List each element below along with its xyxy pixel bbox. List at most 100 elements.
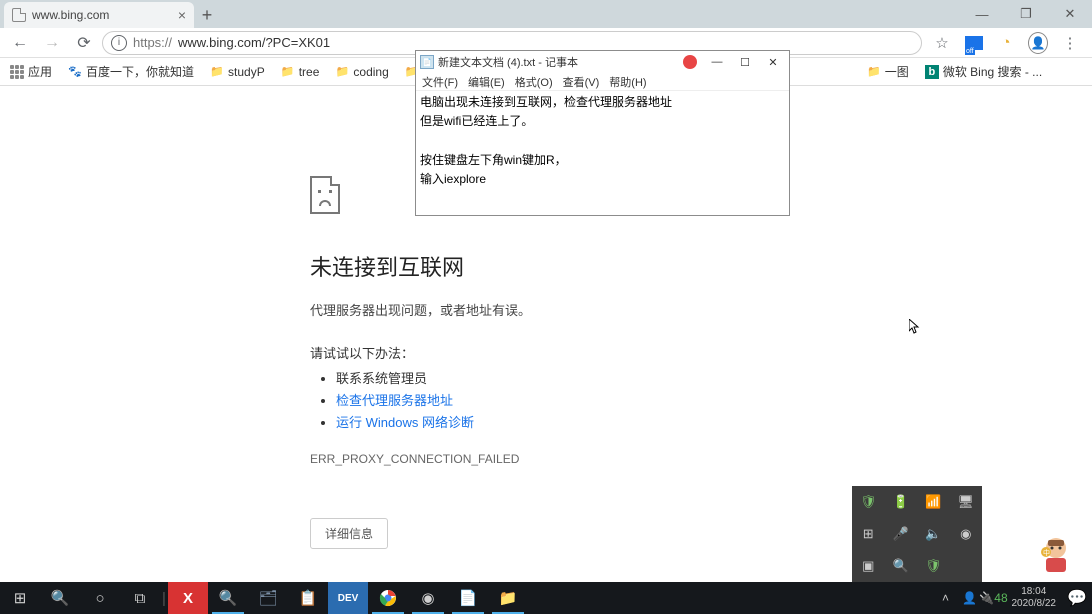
folder-icon: 📁: [335, 65, 349, 79]
reload-button[interactable]: ⟳: [70, 31, 98, 55]
extension-icon[interactable]: ◔: [996, 33, 1016, 53]
tray-defender-icon[interactable]: 🛡: [917, 550, 950, 582]
tray-mic-icon[interactable]: 🎤: [885, 518, 918, 550]
forward-button[interactable]: →: [38, 31, 66, 55]
bookmark-folder-coding[interactable]: 📁coding: [331, 63, 392, 81]
menu-view[interactable]: 查看(V): [563, 74, 600, 90]
new-tab-button[interactable]: +: [194, 2, 220, 28]
taskbar-xshell[interactable]: X: [168, 582, 208, 614]
notepad-title: 新建文本文档 (4).txt - 记事本: [438, 54, 679, 70]
tray-security-icon[interactable]: ⊞: [852, 518, 885, 550]
tray-people-icon[interactable]: 👤: [958, 591, 982, 605]
notepad-window[interactable]: 📄 新建文本文档 (4).txt - 记事本 — ☐ ✕ 文件(F) 编辑(E)…: [415, 50, 790, 216]
taskbar-obs[interactable]: ◉: [408, 582, 448, 614]
baidu-icon: 🐾: [68, 65, 82, 79]
tab-strip: www.bing.com × + — ❐ ✕: [0, 0, 1092, 28]
tray-shield-icon[interactable]: 🛡: [852, 486, 885, 518]
start-button[interactable]: ⊞: [0, 582, 40, 614]
notepad-textarea[interactable]: 电脑出现未连接到互联网，检查代理服务器地址 但是wifi已经连上了。 按住键盘左…: [416, 91, 789, 215]
notepad-maximize[interactable]: ☐: [733, 53, 757, 71]
tray-obs-icon[interactable]: ◉: [950, 518, 983, 550]
notification-dot-icon: [683, 55, 697, 69]
notepad-titlebar[interactable]: 📄 新建文本文档 (4).txt - 记事本 — ☐ ✕: [416, 51, 789, 73]
tray-app-icon[interactable]: ▣: [852, 550, 885, 582]
notepad-minimize[interactable]: —: [705, 53, 729, 71]
url-text: www.bing.com/?PC=XK01: [178, 35, 330, 50]
taskbar-chrome[interactable]: [368, 582, 408, 614]
window-minimize[interactable]: —: [960, 0, 1004, 28]
run-diagnostics-link[interactable]: 运行 Windows 网络诊断: [336, 415, 474, 430]
taskbar-explorer[interactable]: 📁: [488, 582, 528, 614]
menu-file[interactable]: 文件(F): [422, 74, 458, 90]
notepad-close[interactable]: ✕: [761, 53, 785, 71]
np-line: 输入iexplore: [420, 170, 785, 189]
bookmark-folder-yitu[interactable]: 📁一图: [863, 61, 913, 82]
back-button[interactable]: ←: [6, 31, 34, 55]
search-button[interactable]: 🔍: [40, 582, 80, 614]
tray-volume-icon[interactable]: 🔈: [917, 518, 950, 550]
tray-expand-icon[interactable]: ˄: [934, 591, 958, 605]
chrome-menu-icon[interactable]: ⋮: [1060, 33, 1080, 53]
details-button[interactable]: 详细信息: [310, 518, 388, 549]
taskbar-app2[interactable]: 📋: [288, 582, 328, 614]
taskbar-everything[interactable]: 🔍: [208, 582, 248, 614]
tray-battery-icon[interactable]: 🔋: [885, 486, 918, 518]
taskbar-dev[interactable]: DEV: [328, 582, 368, 614]
system-tray-overflow[interactable]: 🛡 🔋 📶 🖥 ⊞ 🎤 🔈 ◉ ▣ 🔍 🛡: [852, 486, 982, 582]
taskbar-right: ˄ 👤 🔌48 18:04 2020/8/22 💬: [934, 582, 1092, 614]
tray-wifi-icon[interactable]: 📶: [917, 486, 950, 518]
folder-icon: 📁: [210, 65, 224, 79]
tray-empty: [950, 550, 983, 582]
clock-time: 18:04: [1012, 586, 1057, 598]
tray-search-icon[interactable]: 🔍: [885, 550, 918, 582]
menu-help[interactable]: 帮助(H): [609, 74, 646, 90]
bing-icon: b: [925, 65, 939, 79]
window-maximize[interactable]: ❐: [1004, 0, 1048, 28]
task-view-button[interactable]: ⧉: [120, 582, 160, 614]
window-controls: — ❐ ✕: [960, 0, 1092, 28]
error-subtitle: 代理服务器出现问题，或者地址有误。: [310, 300, 1092, 319]
taskbar-app1[interactable]: 🗂: [248, 582, 288, 614]
folder-icon: 📁: [867, 65, 881, 79]
notepad-icon: 📄: [420, 55, 434, 69]
action-center-icon[interactable]: 💬: [1062, 588, 1092, 608]
menu-format[interactable]: 格式(O): [515, 74, 553, 90]
bookmark-star-icon[interactable]: ☆: [932, 33, 952, 53]
tab-close-icon[interactable]: ×: [178, 7, 186, 23]
tab-title: www.bing.com: [32, 8, 109, 22]
extension-translate-icon[interactable]: [964, 33, 984, 53]
np-line: 但是wifi已经连上了。: [420, 112, 785, 131]
bookmark-baidu[interactable]: 🐾 百度一下，你就知道: [64, 61, 198, 82]
taskbar-notepad[interactable]: 📄: [448, 582, 488, 614]
menu-edit[interactable]: 编辑(E): [468, 74, 505, 90]
error-try-header: 请试试以下办法：: [310, 343, 1092, 362]
notepad-menubar: 文件(F) 编辑(E) 格式(O) 查看(V) 帮助(H): [416, 73, 789, 91]
apps-icon: [10, 65, 24, 79]
browser-tab[interactable]: www.bing.com ×: [4, 2, 194, 28]
svg-text:中: 中: [1043, 548, 1050, 557]
error-code: ERR_PROXY_CONNECTION_FAILED: [310, 452, 1092, 466]
tray-monitor-icon[interactable]: 🖥: [950, 486, 983, 518]
profile-button[interactable]: 👤: [1028, 33, 1048, 53]
window-close[interactable]: ✕: [1048, 0, 1092, 28]
check-proxy-link[interactable]: 检查代理服务器地址: [336, 393, 453, 408]
taskbar-clock[interactable]: 18:04 2020/8/22: [1006, 586, 1063, 610]
np-line: 按住键盘左下角win键加R，: [420, 151, 785, 170]
clock-date: 2020/8/22: [1012, 598, 1057, 610]
site-info-icon[interactable]: i: [111, 35, 127, 51]
apps-button[interactable]: 应用: [6, 61, 56, 82]
bookmark-folder-studyp[interactable]: 📁studyP: [206, 63, 269, 81]
battery-indicator[interactable]: 🔌48: [982, 591, 1006, 605]
np-line: 电脑出现未连接到互联网，检查代理服务器地址: [420, 93, 785, 112]
taskbar-divider: |: [160, 582, 168, 614]
error-heading: 未连接到互联网: [310, 250, 1092, 282]
cortana-button[interactable]: ○: [80, 582, 120, 614]
suggestion-admin: 联系系统管理员: [336, 368, 1092, 390]
folder-icon: 📁: [281, 65, 295, 79]
bookmark-bing[interactable]: b微软 Bing 搜索 - ...: [921, 61, 1046, 82]
bookmark-folder-tree[interactable]: 📁tree: [277, 63, 324, 81]
assistant-avatar[interactable]: 中: [1038, 534, 1074, 574]
url-protocol: https://: [133, 35, 172, 50]
sad-document-icon: [310, 176, 340, 214]
error-suggestions: 联系系统管理员 检查代理服务器地址 运行 Windows 网络诊断: [310, 368, 1092, 434]
